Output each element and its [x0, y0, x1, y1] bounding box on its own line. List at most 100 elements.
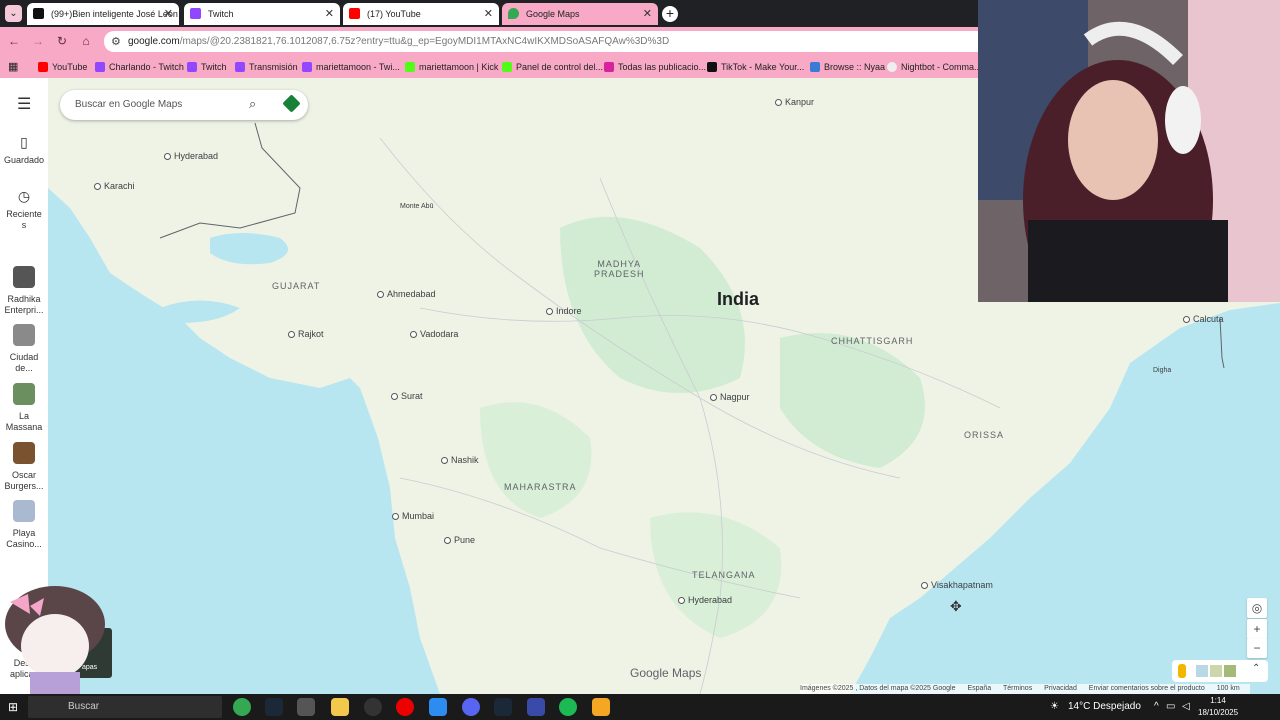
steam-icon[interactable]	[265, 698, 283, 716]
bookmark-youtube[interactable]: YouTube	[38, 60, 87, 74]
bookmark-nyaa[interactable]: Browse :: Nyaa	[810, 60, 885, 74]
recent-place[interactable]: Ciudad de...	[0, 324, 48, 374]
map-footer: Imágenes ©2025 , Datos del mapa ©2025 Go…	[800, 684, 1250, 694]
windows-start-icon[interactable]: ⊞	[8, 700, 18, 714]
map-label-rajkot[interactable]: Rajkot	[288, 329, 324, 339]
footer-scale[interactable]: 100 km	[1217, 685, 1240, 692]
map-label-nagpur[interactable]: Nagpur	[710, 392, 750, 402]
layer-thumb[interactable]	[1210, 665, 1222, 677]
clock-time: 1:14	[1210, 696, 1226, 705]
tab-twitch[interactable]: Twitch ✕	[184, 3, 340, 25]
tab-tiktok[interactable]: (99+)Bien inteligente José Leon ✕	[27, 3, 179, 25]
url-bar[interactable]: ⚙ google.com/maps/@20.2381821,76.1012087…	[104, 31, 978, 52]
reload-icon[interactable]: ↻	[55, 34, 69, 48]
discord-icon[interactable]	[462, 698, 480, 716]
map-label-ahmedabad[interactable]: Ahmedabad	[377, 289, 436, 299]
footer-feedback[interactable]: Enviar comentarios sobre el producto	[1089, 685, 1205, 692]
bookmark-charlando[interactable]: Charlando - Twitch	[95, 60, 184, 74]
close-tab-icon[interactable]: ✕	[325, 3, 334, 25]
bookmark-twitch[interactable]: Twitch	[187, 60, 227, 74]
steam-icon[interactable]	[494, 698, 512, 716]
layer-thumb[interactable]	[1196, 665, 1208, 677]
bookmark-transmision[interactable]: Transmisión	[235, 60, 298, 74]
map-label-surat[interactable]: Surat	[391, 391, 423, 401]
tray-chevron-icon[interactable]: ^	[1154, 694, 1159, 720]
bookmark-mariettamoon-twitch[interactable]: mariettamoon - Twi...	[302, 60, 400, 74]
opera-icon[interactable]	[396, 698, 414, 716]
system-clock[interactable]: 1:14 18/10/2025	[1198, 695, 1238, 719]
app-icon[interactable]	[297, 698, 315, 716]
map-label-pune[interactable]: Pune	[444, 535, 475, 545]
home-icon[interactable]: ⌂	[79, 34, 93, 48]
map-label-kanpur[interactable]: Kanpur	[775, 97, 814, 107]
expand-up-icon[interactable]: ⌃	[1252, 663, 1260, 674]
pegman-icon[interactable]	[1178, 664, 1186, 678]
obs-icon[interactable]	[364, 698, 382, 716]
google-maps-icon	[508, 8, 519, 19]
weather-icon[interactable]: ☀	[1050, 694, 1059, 720]
zoom-in-button[interactable]: +	[1247, 619, 1267, 639]
bookmark-instagram[interactable]: Todas las publicacio...	[604, 60, 706, 74]
map-layers-strip[interactable]: ⌃	[1172, 660, 1268, 682]
bookmark-nightbot[interactable]: Nightbot - Comma...	[887, 60, 982, 74]
maps-search-box[interactable]: Buscar en Google Maps ⌕	[60, 90, 308, 120]
map-label-india[interactable]: India	[717, 289, 759, 310]
my-location-icon[interactable]: ◎	[1247, 598, 1267, 618]
map-label-visakhapatnam[interactable]: Visakhapatnam	[921, 580, 993, 590]
forward-icon[interactable]: →	[31, 34, 45, 48]
map-label-indore[interactable]: Indore	[546, 306, 582, 316]
layer-thumb[interactable]	[1224, 665, 1236, 677]
tab-google-maps[interactable]: Google Maps ✕	[502, 3, 658, 25]
file-explorer-icon[interactable]	[331, 698, 349, 716]
footer-region[interactable]: España	[967, 685, 991, 692]
weather-text[interactable]: 14°C Despejado	[1068, 694, 1141, 720]
map-label-orissa: ORISSA	[964, 430, 1005, 440]
app-icon[interactable]	[429, 698, 447, 716]
chrome-icon[interactable]	[233, 698, 251, 716]
site-info-icon[interactable]: ⚙	[111, 35, 121, 48]
app-icon[interactable]	[527, 698, 545, 716]
menu-icon[interactable]: ☰	[17, 94, 31, 114]
tab-youtube[interactable]: (17) YouTube ✕	[343, 3, 499, 25]
map-label-vadodara[interactable]: Vadodara	[410, 329, 458, 339]
close-tab-icon[interactable]: ✕	[643, 3, 652, 25]
zoom-out-button[interactable]: −	[1247, 638, 1267, 658]
tab-search-icon[interactable]: ⌄	[5, 5, 22, 22]
map-label-monte-abu[interactable]: Monte Abū	[400, 203, 433, 210]
map-label-hyderabad-in[interactable]: Hyderabad	[678, 595, 732, 605]
footer-privacy[interactable]: Privacidad	[1044, 685, 1077, 692]
place-thumbnail	[13, 500, 35, 522]
footer-terms[interactable]: Términos	[1003, 685, 1032, 692]
recent-place[interactable]: Oscar Burgers...	[0, 442, 48, 492]
volume-icon[interactable]: ◁	[1182, 694, 1190, 720]
search-icon[interactable]: ⌕	[249, 96, 256, 112]
directions-icon[interactable]	[282, 94, 301, 113]
bookmark-mariettamoon-kick[interactable]: mariettamoon | Kick	[405, 60, 498, 74]
apps-grid-icon[interactable]: ▦	[8, 60, 18, 74]
recent-button[interactable]: ◷ Reciente s	[0, 188, 48, 231]
map-label-mumbai[interactable]: Mumbai	[392, 511, 434, 521]
taskbar-search[interactable]: Buscar	[28, 696, 222, 718]
spotify-icon[interactable]	[559, 698, 577, 716]
place-thumbnail	[13, 266, 35, 288]
back-icon[interactable]: ←	[7, 34, 21, 48]
bookmark-panel-control[interactable]: Panel de control del...	[502, 60, 603, 74]
new-tab-button[interactable]: +	[662, 6, 678, 22]
saved-button[interactable]: ▯ Guardado	[0, 134, 48, 166]
tiktok-icon	[33, 8, 44, 19]
place-label: Radhika Enterpri...	[4, 294, 44, 315]
vlc-icon[interactable]	[592, 698, 610, 716]
map-label-hyderabad-pk[interactable]: Hyderabad	[164, 151, 218, 161]
bookmark-tiktok[interactable]: TikTok - Make Your...	[707, 60, 804, 74]
map-label-karachi[interactable]: Karachi	[94, 181, 135, 191]
network-icon[interactable]: ▭	[1166, 694, 1175, 720]
browser-tab-strip: ⌄ (99+)Bien inteligente José Leon ✕ Twit…	[0, 0, 978, 27]
map-label-nashik[interactable]: Nashik	[441, 455, 479, 465]
recent-place[interactable]: Playa Casino...	[0, 500, 48, 550]
close-tab-icon[interactable]: ✕	[164, 3, 173, 25]
map-label-digha[interactable]: Digha	[1153, 367, 1171, 374]
close-tab-icon[interactable]: ✕	[484, 3, 493, 25]
map-label-calcuta[interactable]: Calcuta	[1183, 314, 1224, 324]
recent-place[interactable]: La Massana	[0, 383, 48, 433]
recent-place[interactable]: Radhika Enterpri...	[0, 266, 48, 316]
